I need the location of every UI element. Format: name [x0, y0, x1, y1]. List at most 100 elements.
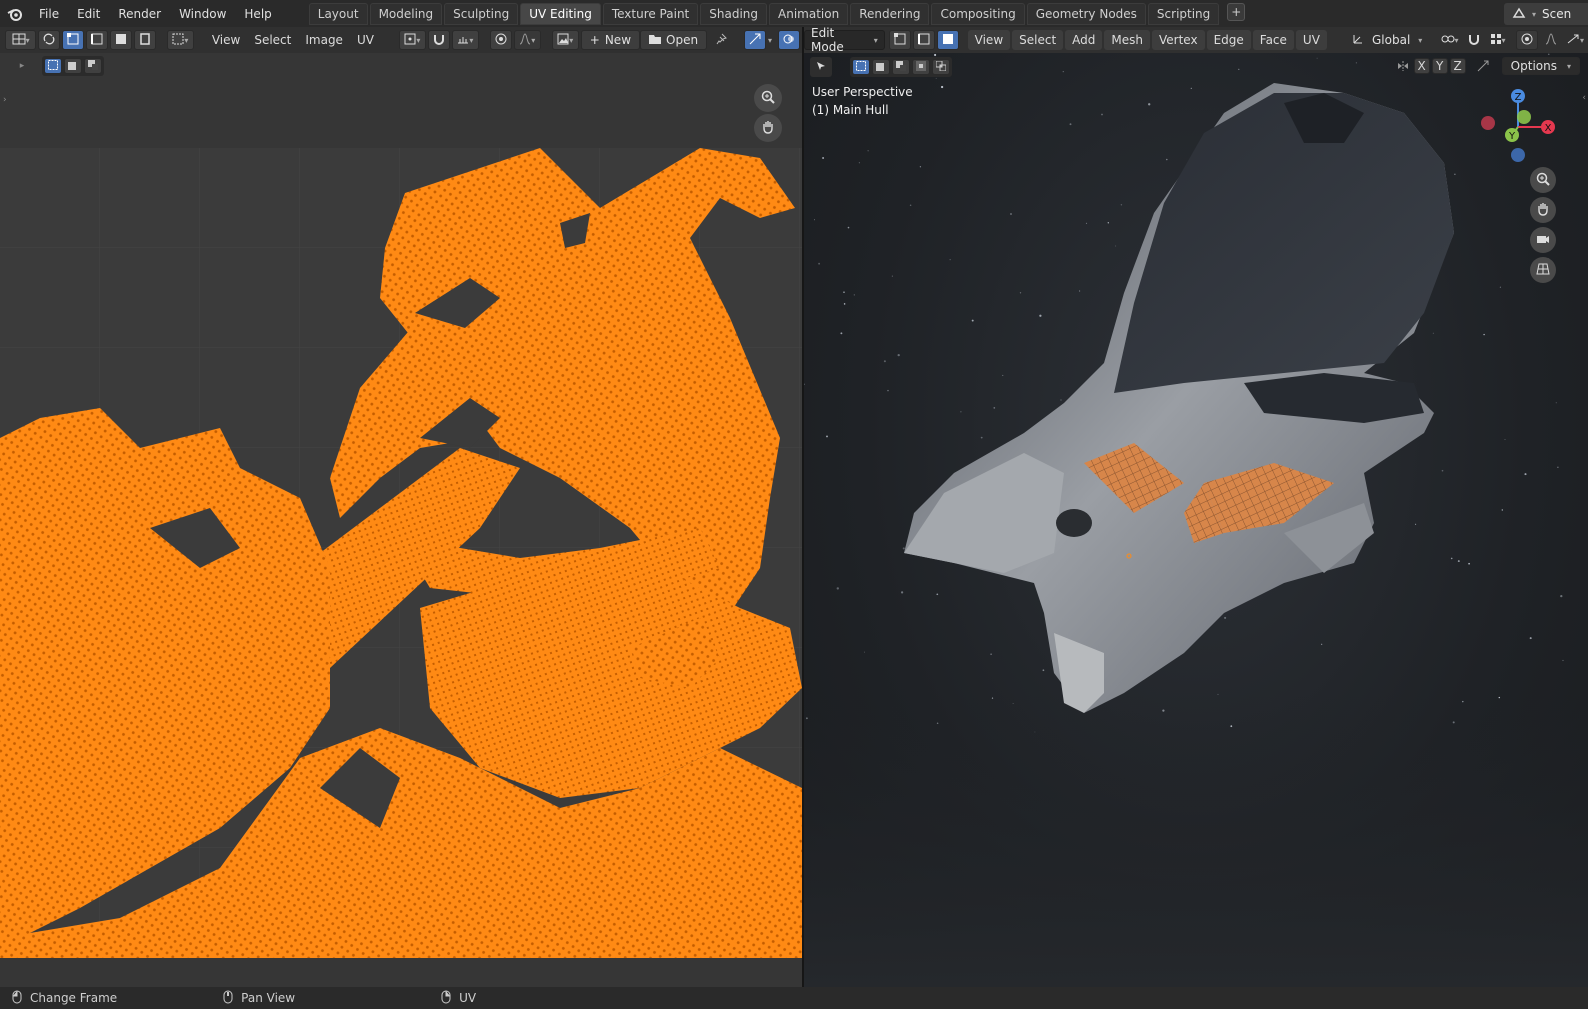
vp-menu-uv[interactable]: UV — [1295, 30, 1327, 50]
edge-mode-button[interactable] — [912, 30, 935, 50]
vp-select-extend-button[interactable] — [872, 59, 890, 75]
star — [971, 319, 974, 322]
vp-menu-vertex[interactable]: Vertex — [1152, 30, 1205, 50]
vp-pan-button[interactable] — [1530, 197, 1556, 223]
tab-animation[interactable]: Animation — [769, 2, 849, 25]
camera-view-button[interactable] — [1530, 227, 1556, 253]
menu-edit[interactable]: Edit — [68, 3, 109, 25]
vp-menu-mesh[interactable]: Mesh — [1104, 30, 1150, 50]
menu-file[interactable]: File — [30, 3, 68, 25]
tab-texture-paint[interactable]: Texture Paint — [602, 2, 699, 25]
uv-canvas[interactable] — [0, 148, 802, 958]
tab-rendering[interactable]: Rendering — [850, 2, 930, 25]
new-image-button[interactable]: + New — [580, 30, 641, 50]
sidebar-toggle-icon[interactable]: › — [3, 95, 7, 105]
vp-proportional-toggle[interactable] — [1516, 30, 1538, 50]
vp-snap-toggle[interactable] — [1462, 30, 1485, 50]
face-select-button[interactable] — [109, 30, 132, 50]
tab-uv-editing[interactable]: UV Editing — [520, 2, 601, 25]
menu-help[interactable]: Help — [235, 3, 280, 25]
menu-window[interactable]: Window — [170, 3, 235, 25]
uv-menu-select[interactable]: Select — [247, 30, 298, 50]
tab-layout[interactable]: Layout — [308, 2, 368, 25]
toolbar-toggle-icon[interactable]: ▸ — [14, 58, 30, 74]
gizmo-dropdown[interactable]: ▾ — [1564, 30, 1586, 50]
star — [1238, 68, 1240, 71]
select-new-button[interactable] — [44, 58, 62, 74]
scene-selector[interactable]: ▾ Scen — [1504, 3, 1588, 25]
vp-menu-add[interactable]: Add — [1065, 30, 1103, 50]
uv-display-toggle[interactable] — [744, 30, 767, 50]
uv-editor-area[interactable]: ▸ › — [0, 53, 802, 987]
proportional-editing-toggle[interactable] — [489, 30, 512, 50]
tab-shading[interactable]: Shading — [700, 2, 767, 25]
vp-menu-view[interactable]: View — [967, 30, 1011, 50]
tab-sculpting[interactable]: Sculpting — [444, 2, 519, 25]
perspective-toggle-button[interactable] — [1530, 257, 1556, 283]
uv-menu-image[interactable]: Image — [298, 30, 350, 50]
gizmo-neg-x-axis[interactable] — [1481, 116, 1495, 130]
select-extend-button[interactable] — [64, 58, 82, 74]
edge-select-button[interactable] — [85, 30, 108, 50]
pan-button[interactable] — [754, 114, 782, 142]
auto-merge-icon[interactable] — [1474, 58, 1492, 74]
vertex-select-button[interactable] — [61, 30, 84, 50]
vp-snap-target-dropdown[interactable]: ▾ — [1486, 30, 1509, 50]
star — [814, 219, 815, 221]
add-workspace-button[interactable]: + — [1227, 2, 1246, 21]
menu-render[interactable]: Render — [109, 3, 170, 25]
tab-compositing[interactable]: Compositing — [931, 2, 1025, 25]
vertex-mode-button[interactable] — [888, 30, 911, 50]
image-browse-dropdown[interactable]: ▾ — [551, 30, 579, 50]
vp-select-intersect-button[interactable] — [932, 59, 950, 75]
gizmo-neg-y-axis[interactable] — [1517, 110, 1531, 124]
island-select-button[interactable] — [133, 30, 156, 50]
tab-modeling[interactable]: Modeling — [369, 2, 443, 25]
blender-logo-icon[interactable] — [0, 0, 30, 27]
mode-dropdown[interactable]: Edit Mode ▾ — [804, 26, 885, 54]
falloff-dropdown[interactable]: ▾ — [513, 30, 541, 50]
star — [847, 226, 850, 229]
pivot-point-dropdown[interactable]: ▾ — [1438, 30, 1461, 50]
gizmo-neg-z-axis[interactable] — [1511, 148, 1525, 162]
vp-select-new-button[interactable] — [852, 59, 870, 75]
overlays-toggle[interactable] — [778, 30, 801, 50]
mirror-z-toggle[interactable]: Z — [1449, 58, 1466, 74]
vp-menu-face[interactable]: Face — [1252, 30, 1294, 50]
mirror-icon[interactable] — [1396, 58, 1410, 74]
mirror-y-toggle[interactable]: Y — [1431, 58, 1448, 74]
zoom-button[interactable] — [754, 84, 782, 112]
tab-geometry-nodes[interactable]: Geometry Nodes — [1026, 2, 1146, 25]
3d-viewport[interactable]: User Perspective (1) Main Hull X Y Z Opt… — [804, 53, 1588, 987]
star — [1010, 213, 1012, 215]
vp-menu-select[interactable]: Select — [1012, 30, 1064, 50]
editor-type-button[interactable]: ▾ — [5, 30, 36, 50]
pin-button[interactable] — [711, 30, 733, 50]
toolbar-toggle-button[interactable] — [810, 57, 832, 77]
sticky-selection-dropdown[interactable]: ▾ — [166, 30, 194, 50]
uv-menu-view[interactable]: View — [205, 30, 247, 50]
snap-target-dropdown[interactable]: ▾ — [451, 30, 479, 50]
vp-menu-edge[interactable]: Edge — [1206, 30, 1251, 50]
sidebar-toggle-icon[interactable]: ‹ — [1582, 93, 1586, 103]
pivot-dropdown[interactable]: ▾ — [398, 30, 426, 50]
navigation-gizmo[interactable]: Z X Y — [1478, 87, 1558, 167]
star — [940, 85, 944, 89]
vp-zoom-button[interactable] — [1530, 167, 1556, 193]
select-subtract-button[interactable] — [84, 58, 102, 74]
tab-scripting[interactable]: Scripting — [1147, 2, 1220, 25]
snap-toggle[interactable] — [427, 30, 450, 50]
options-dropdown[interactable]: Options ▾ — [1501, 57, 1580, 75]
vp-select-invert-button[interactable] — [912, 59, 930, 75]
vp-select-subtract-button[interactable] — [892, 59, 910, 75]
uv-menu-uv[interactable]: UV — [350, 30, 381, 50]
face-mode-button[interactable] — [936, 30, 959, 50]
orientation-icon — [1352, 33, 1364, 48]
star — [822, 157, 825, 159]
transform-orientation-dropdown[interactable]: Global ▾ — [1344, 30, 1431, 50]
sync-selection-button[interactable] — [37, 30, 60, 50]
chevron-down-icon[interactable]: ▾ — [768, 36, 772, 45]
mirror-x-toggle[interactable]: X — [1413, 58, 1430, 74]
open-image-button[interactable]: Open — [640, 30, 708, 50]
vp-falloff-dropdown[interactable] — [1540, 30, 1562, 50]
